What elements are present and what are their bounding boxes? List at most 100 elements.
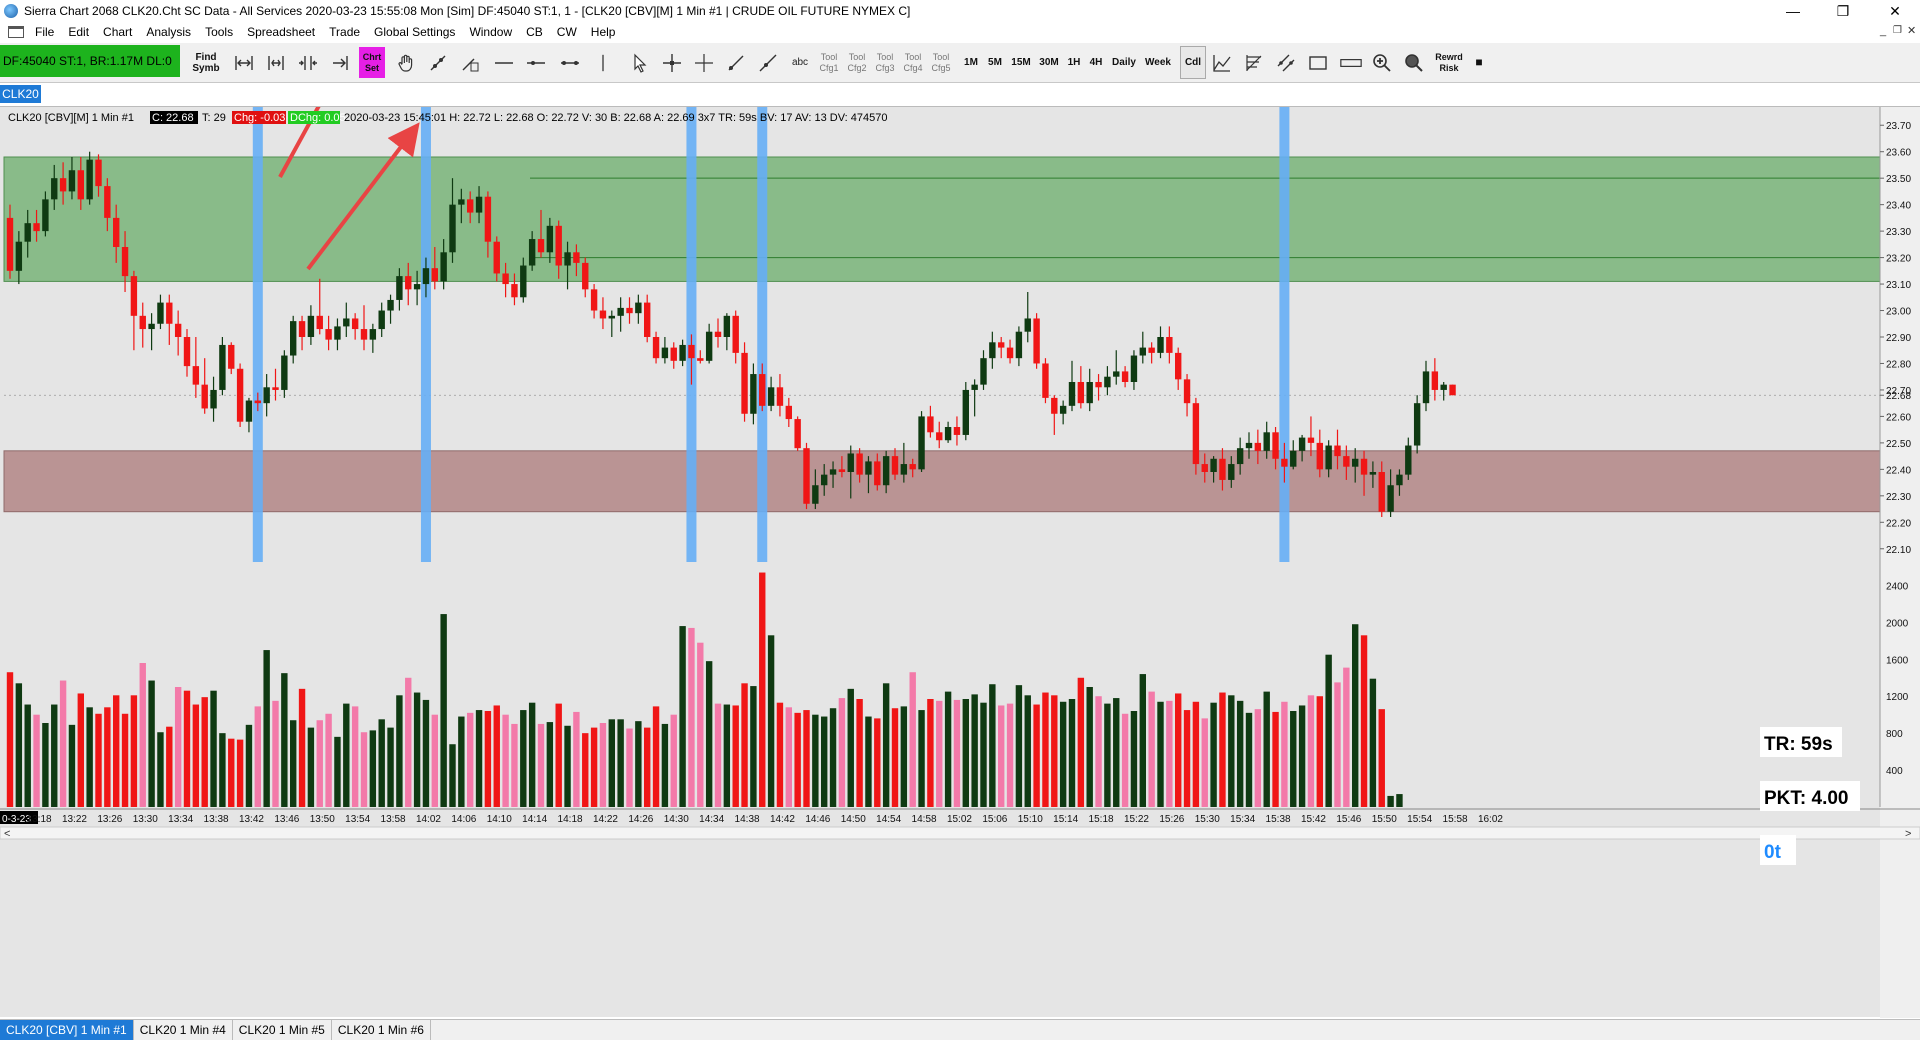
candle-body <box>608 315 615 319</box>
candle-body <box>1166 337 1173 353</box>
candle-body <box>422 268 430 285</box>
mdi-close-icon[interactable]: ✕ <box>1907 24 1916 37</box>
timeframe-4h-button[interactable]: 4H <box>1086 46 1106 79</box>
rectangle-tool-icon[interactable] <box>1304 46 1332 79</box>
ray-tool-icon[interactable] <box>722 46 750 79</box>
scroll-to-end-icon[interactable] <box>326 46 354 79</box>
study-line-icon[interactable] <box>1208 46 1236 79</box>
chart-tab-6[interactable]: CLK20 1 Min #6 <box>332 1020 431 1040</box>
chart-tab-4[interactable]: CLK20 1 Min #4 <box>134 1020 233 1040</box>
time-tick-label: 13:54 <box>345 814 370 825</box>
time-tick-label: 15:42 <box>1301 814 1326 825</box>
pointer-icon[interactable] <box>626 46 654 79</box>
menu-chart[interactable]: Chart <box>96 25 139 39</box>
menu-spreadsheet[interactable]: Spreadsheet <box>240 25 322 39</box>
chart-tab-1[interactable]: CLK20 [CBV] 1 Min #1 <box>0 1020 134 1040</box>
tool-cfg2-button[interactable]: Tool Cfg2 <box>844 46 870 79</box>
price-tick-label: 22.90 <box>1886 333 1911 344</box>
volume-bar <box>440 614 447 807</box>
candle-body <box>378 310 385 330</box>
horizontal-line-icon[interactable] <box>490 46 518 79</box>
line-segment-icon[interactable] <box>556 46 584 79</box>
volume-bar <box>944 691 952 807</box>
timeframe-15m-button[interactable]: 15M <box>1008 46 1034 79</box>
candle <box>378 302 385 337</box>
candle-body <box>1290 450 1297 467</box>
price-tick-label: 22.10 <box>1886 545 1911 556</box>
candle <box>1006 339 1014 364</box>
candle-type-button[interactable]: Cdl <box>1180 46 1206 79</box>
hand-pan-icon[interactable] <box>392 46 420 79</box>
extended-line-icon[interactable] <box>754 46 782 79</box>
time-tick-label: 15:10 <box>1018 814 1043 825</box>
price-tick-label: 23.50 <box>1886 174 1911 185</box>
menu-cw[interactable]: CW <box>550 25 584 39</box>
tool-cfg5-button[interactable]: Tool Cfg5 <box>928 46 954 79</box>
mdi-minimize-icon[interactable]: _ <box>1880 25 1886 37</box>
vertical-line-icon[interactable] <box>592 46 614 79</box>
chart-tab-5[interactable]: CLK20 1 Min #5 <box>233 1020 332 1040</box>
line-draw-icon[interactable] <box>424 46 452 79</box>
restore-button[interactable]: ❐ <box>1820 0 1866 22</box>
chart-area[interactable]: 23.70 23.60 23.50 23.40 23.30 23.20 23.10 23.00… <box>0 12 1920 1018</box>
candle-body <box>803 448 810 504</box>
volume-bar <box>697 642 704 807</box>
candle-body <box>626 307 633 314</box>
candle-body <box>1006 347 1014 359</box>
horizontal-ray-icon[interactable] <box>522 46 550 79</box>
menu-analysis[interactable]: Analysis <box>139 25 198 39</box>
minimize-button[interactable]: — <box>1770 0 1816 22</box>
time-tick-label: 14:10 <box>487 814 512 825</box>
zoom-in-icon[interactable] <box>1368 46 1396 79</box>
mdi-restore-icon[interactable]: ❐ <box>1893 25 1902 36</box>
fibonacci-icon[interactable] <box>1240 46 1268 79</box>
menu-window[interactable]: Window <box>462 25 519 39</box>
menu-cb[interactable]: CB <box>519 25 550 39</box>
candle-body <box>121 247 129 277</box>
timeframe-30m-button[interactable]: 30M <box>1036 46 1062 79</box>
chart-header-close: C: 22.68 <box>152 112 194 124</box>
chart-settings-button[interactable]: Chrt Set <box>358 46 386 79</box>
menu-tools[interactable]: Tools <box>198 25 240 39</box>
candle-body <box>1245 442 1253 449</box>
find-symbol-button[interactable]: Find Symb <box>187 46 225 79</box>
reward-risk-button[interactable]: Rewrd Risk <box>1432 46 1466 79</box>
text-tool-button[interactable]: abc <box>786 46 814 79</box>
candle <box>263 374 270 417</box>
close-button[interactable]: ✕ <box>1872 0 1918 22</box>
stop-button[interactable]: ■ <box>1468 46 1490 79</box>
symbol-tab[interactable]: CLK20 <box>0 85 41 103</box>
timeframe-5m-button[interactable]: 5M <box>984 46 1006 79</box>
volume-bar <box>1130 711 1138 807</box>
parallel-lines-icon[interactable] <box>1272 46 1300 79</box>
candle <box>741 342 748 422</box>
calculator-tool-icon[interactable] <box>456 46 484 79</box>
tool-cfg3-button[interactable]: Tool Cfg3 <box>872 46 898 79</box>
timeframe-week-button[interactable]: Week <box>1142 46 1174 79</box>
menu-help[interactable]: Help <box>584 25 623 39</box>
candle-body <box>750 374 757 414</box>
time-tick-label: 14:46 <box>805 814 830 825</box>
tool-cfg1-button[interactable]: Tool Cfg1 <box>816 46 842 79</box>
menu-edit[interactable]: Edit <box>61 25 96 39</box>
menu-global-settings[interactable]: Global Settings <box>367 25 462 39</box>
volume-bar <box>33 714 40 807</box>
candle-body <box>1201 464 1208 472</box>
extending-rectangle-icon[interactable] <box>1336 46 1366 79</box>
volume-bar <box>1298 705 1306 807</box>
menu-file[interactable]: File <box>28 25 61 39</box>
menu-trade[interactable]: Trade <box>322 25 367 39</box>
timeframe-daily-button[interactable]: Daily <box>1108 46 1140 79</box>
bar-spacing-icon[interactable] <box>262 46 290 79</box>
system-menu-icon[interactable] <box>8 26 24 38</box>
compress-bars-icon[interactable] <box>294 46 322 79</box>
candle-body <box>599 310 607 319</box>
cross-cursor-icon[interactable] <box>690 46 718 79</box>
timeframe-1m-button[interactable]: 1M <box>960 46 982 79</box>
crosshair-icon[interactable] <box>658 46 686 79</box>
zoom-out-icon[interactable] <box>1400 46 1428 79</box>
tool-cfg4-button[interactable]: Tool Cfg4 <box>900 46 926 79</box>
horizontal-scale-icon[interactable] <box>230 46 258 79</box>
price-chart-svg[interactable]: 23.70 23.60 23.50 23.40 23.30 23.20 23.10 23.00… <box>0 12 1920 1018</box>
timeframe-1h-button[interactable]: 1H <box>1064 46 1084 79</box>
